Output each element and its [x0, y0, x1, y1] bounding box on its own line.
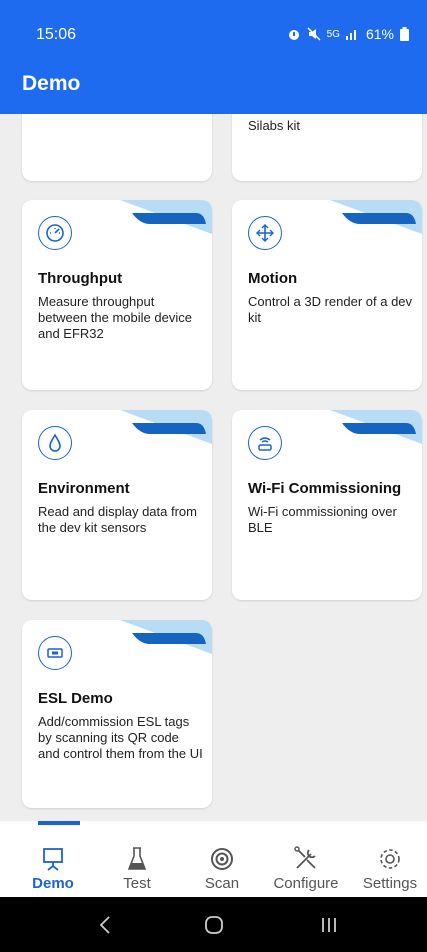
nav-test[interactable]: Test	[95, 821, 179, 897]
move-arrows-icon	[248, 216, 282, 250]
active-tab-indicator	[38, 821, 80, 825]
nav-settings[interactable]: Settings	[348, 821, 427, 897]
demo-card-partial-left[interactable]	[22, 114, 212, 181]
card-ribbon	[330, 410, 422, 444]
esl-tag-icon	[38, 636, 72, 670]
battery-percent: 61%	[365, 26, 394, 42]
recents-icon[interactable]	[320, 917, 338, 933]
demo-card-esl[interactable]: ESL Demo Add/commission ESL tags by scan…	[22, 620, 212, 808]
scan-icon	[211, 848, 233, 870]
nav-scan[interactable]: Scan	[180, 821, 264, 897]
flask-icon	[127, 847, 147, 870]
card-description: Control a 3D render of a dev kit	[248, 294, 413, 325]
demo-card-environment[interactable]: Environment Read and display data from t…	[22, 410, 212, 600]
card-title: Motion	[248, 270, 298, 287]
status-icons: 5G 61%	[287, 26, 409, 42]
gear-icon	[380, 849, 400, 869]
card-description: Silabs kit	[248, 118, 301, 133]
mute-icon	[307, 27, 321, 41]
card-title: Environment	[38, 480, 130, 497]
page-title: Demo	[22, 72, 81, 95]
nav-configure[interactable]: Configure	[264, 821, 348, 897]
demo-grid[interactable]: Silabs kit Throughput Measure throughput…	[0, 114, 427, 821]
system-navigation-bar	[0, 897, 427, 952]
status-time: 15:06	[36, 26, 77, 43]
card-ribbon	[330, 200, 422, 234]
demo-card-motion[interactable]: Motion Control a 3D render of a dev kit	[232, 200, 422, 390]
network-type: 5G	[326, 28, 340, 40]
tools-icon	[294, 846, 316, 869]
speedometer-icon	[38, 216, 72, 250]
card-ribbon	[120, 620, 212, 654]
easel-icon	[43, 848, 63, 871]
card-description: Wi-Fi commissioning over BLE	[248, 504, 397, 535]
app-bar: Demo	[0, 62, 427, 114]
nav-label: Settings	[362, 875, 418, 892]
nav-label: Demo	[32, 875, 74, 892]
wifi-router-icon	[248, 426, 282, 460]
bottom-navigation: Demo Test Scan Configure Settings	[0, 821, 427, 897]
nav-demo[interactable]: Demo	[11, 821, 95, 897]
battery-icon	[400, 27, 409, 41]
card-ribbon	[120, 410, 212, 444]
nav-label: Scan	[204, 875, 240, 892]
demo-card-throughput[interactable]: Throughput Measure throughput between th…	[22, 200, 212, 390]
signal-icon	[345, 30, 356, 40]
nav-label: Configure	[273, 875, 339, 892]
card-title: ESL Demo	[38, 690, 113, 707]
card-description: Add/commission ESL tags by scanning its …	[38, 714, 203, 761]
alarm-icon	[288, 30, 299, 40]
card-ribbon	[120, 200, 212, 234]
back-icon[interactable]	[98, 915, 112, 935]
home-icon[interactable]	[204, 915, 224, 935]
card-description: Measure throughput between the mobile de…	[38, 294, 192, 341]
status-bar: 15:06 5G 61%	[0, 0, 427, 62]
card-title: Throughput	[38, 270, 123, 287]
demo-card-wifi-commissioning[interactable]: Wi-Fi Commissioning Wi-Fi commissioning …	[232, 410, 422, 600]
card-description: Read and display data from the dev kit s…	[38, 504, 197, 535]
demo-card-partial-right[interactable]: Silabs kit	[232, 114, 422, 181]
card-title: Wi-Fi Commissioning	[248, 480, 402, 497]
droplet-icon	[38, 426, 72, 460]
nav-label: Test	[123, 875, 151, 892]
